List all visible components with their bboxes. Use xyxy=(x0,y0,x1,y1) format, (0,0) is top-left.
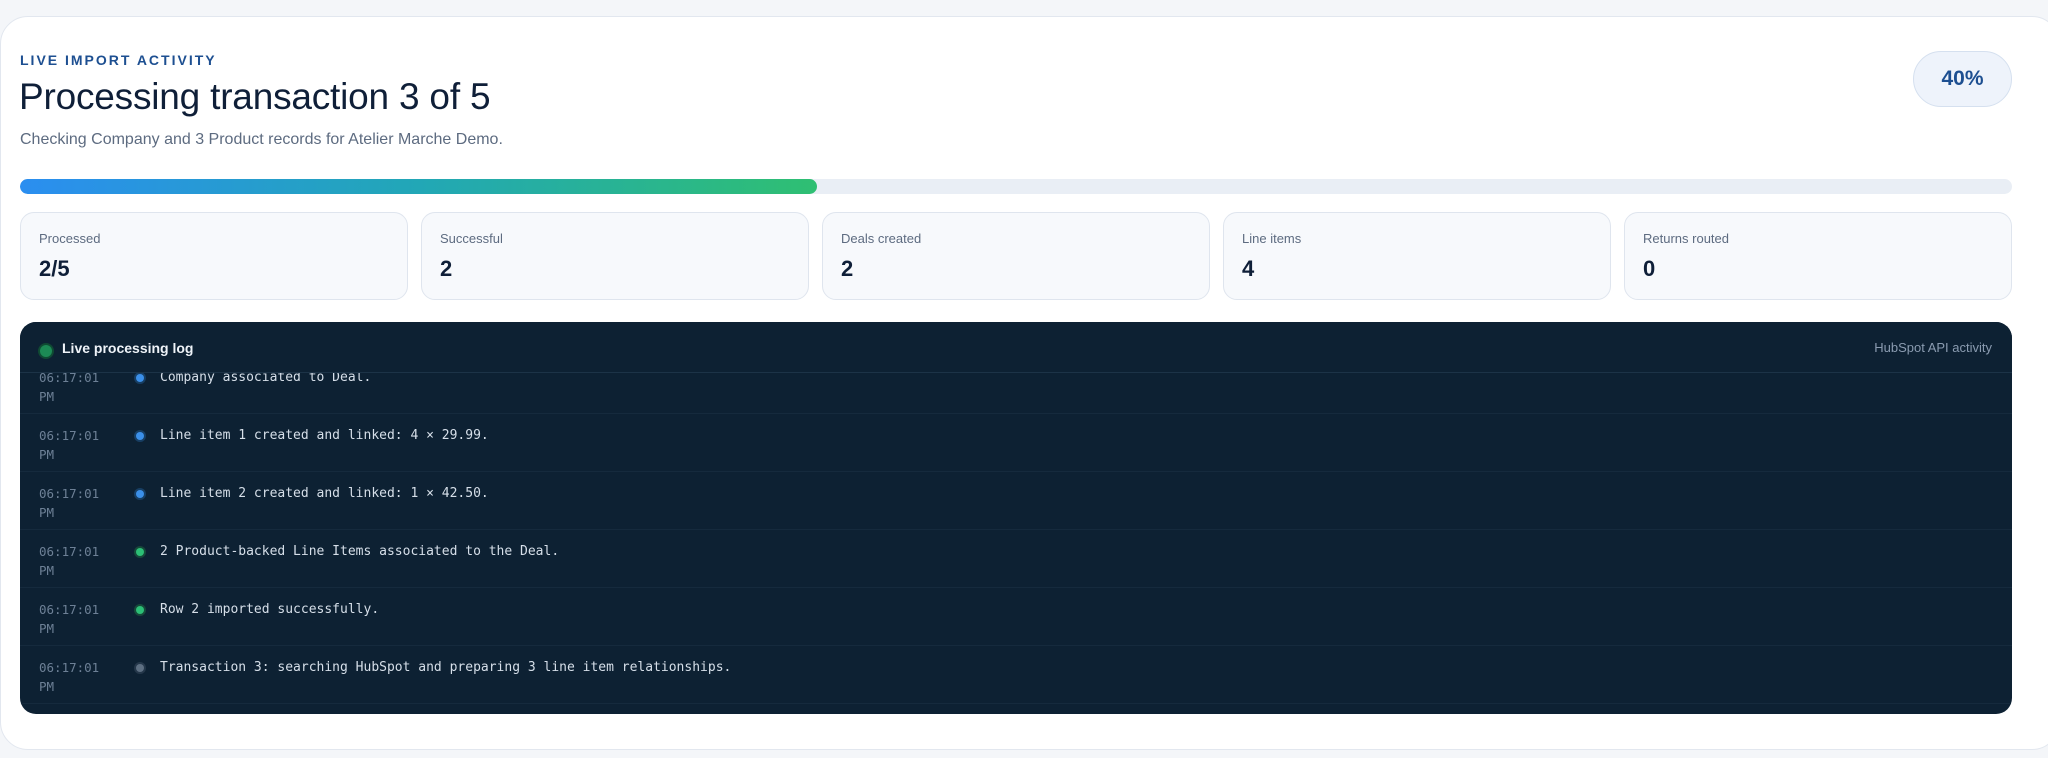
log-entry-time: 06:17:01 PM xyxy=(39,373,100,404)
stat-label: Deals created xyxy=(841,231,922,246)
log-entry: 06:17:01 PM Line item 1 created and link… xyxy=(20,414,2012,472)
stat-card-successful: Successful 2 xyxy=(421,212,809,300)
status-dot-icon xyxy=(136,548,144,556)
log-entry: 06:17:01 PM Company associated to Deal. xyxy=(20,373,2012,414)
log-entry-message: 2 Product-backed Line Items associated t… xyxy=(160,544,560,559)
stat-label: Line items xyxy=(1242,231,1302,246)
log-title: Live processing log xyxy=(62,340,194,356)
log-entry-message: Line item 1 created and linked: 4 × 29.9… xyxy=(160,428,489,443)
stat-value: 2 xyxy=(841,256,854,281)
log-entry-message: Company associated to Deal. xyxy=(160,373,372,385)
page-subtitle: Checking Company and 3 Product records f… xyxy=(20,131,503,148)
stat-value: 0 xyxy=(1643,256,1656,281)
stat-label: Processed xyxy=(39,231,101,246)
log-entry: 06:17:01 PM 2 Product-backed Line Items … xyxy=(20,530,2012,588)
log-entry-time: 06:17:01 PM xyxy=(39,544,100,578)
log-entry: 06:17:01 PM Line item 2 created and link… xyxy=(20,472,2012,530)
status-dot-icon xyxy=(136,374,144,382)
log-entry: 06:17:01 PM Row 2 imported successfully. xyxy=(20,588,2012,646)
status-dot-icon xyxy=(136,490,144,498)
stat-label: Successful xyxy=(440,231,503,246)
stat-value: 2 xyxy=(440,256,453,281)
log-entry-message: Line item 2 created and linked: 1 × 42.5… xyxy=(160,486,489,501)
progress-bar-fill xyxy=(20,179,817,194)
log-entry-time: 06:17:01 PM xyxy=(39,486,100,520)
live-status-dot-icon xyxy=(40,345,52,357)
stat-card-returns-routed: Returns routed 0 xyxy=(1624,212,2012,300)
log-source-label: HubSpot API activity xyxy=(1874,340,1992,355)
status-dot-icon xyxy=(136,432,144,440)
live-processing-log: Live processing log HubSpot API activity… xyxy=(20,322,2012,714)
progress-bar xyxy=(20,179,2012,194)
status-dot-icon xyxy=(136,606,144,614)
stat-label: Returns routed xyxy=(1643,231,1729,246)
status-dot-icon xyxy=(136,664,144,672)
stat-card-line-items: Line items 4 xyxy=(1223,212,1611,300)
log-header: Live processing log HubSpot API activity xyxy=(20,322,2012,373)
section-eyebrow: LIVE IMPORT ACTIVITY xyxy=(20,52,217,68)
page-title: Processing transaction 3 of 5 xyxy=(19,76,491,117)
stat-value: 2/5 xyxy=(39,256,70,281)
log-entry-time: 06:17:01 PM xyxy=(39,428,100,462)
log-scroll-area[interactable]: 06:17:01 PM Company associated to Deal. … xyxy=(20,373,2012,714)
stat-value: 4 xyxy=(1242,256,1255,281)
log-entry-time: 06:17:01 PM xyxy=(39,660,100,694)
log-entry-time: 06:17:01 PM xyxy=(39,602,100,636)
log-entry-message: Row 2 imported successfully. xyxy=(160,602,380,617)
stat-card-deals-created: Deals created 2 xyxy=(822,212,1210,300)
log-entry-message: Transaction 3: searching HubSpot and pre… xyxy=(160,660,732,675)
stats-row: Processed 2/5 Successful 2 Deals created… xyxy=(20,212,2012,300)
stat-card-processed: Processed 2/5 xyxy=(20,212,408,300)
progress-percent-badge: 40% xyxy=(1913,51,2012,107)
log-entry: 06:17:01 PM Transaction 3: searching Hub… xyxy=(20,646,2012,704)
